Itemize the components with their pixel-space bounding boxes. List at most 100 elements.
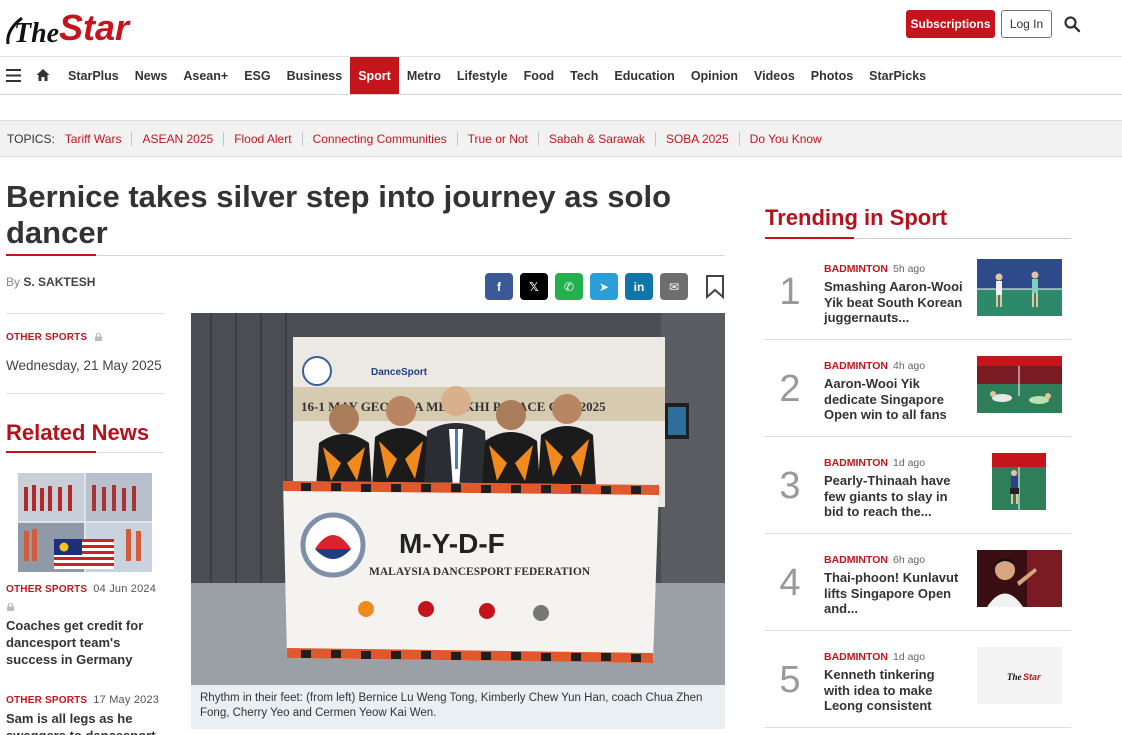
photo-caption: Rhythm in their feet: (from left) Bernic… [191,685,725,729]
nav-item-videos[interactable]: Videos [746,57,803,94]
article-photo[interactable]: DanceSport 16-1 MAY GEORGIA METEKHI PALA… [191,313,725,685]
author-link[interactable]: S. SAKTESH [23,275,95,289]
related-category[interactable]: OTHER SPORTS [6,695,87,706]
related-thumbnail[interactable] [18,473,152,572]
topic-link[interactable]: Do You Know [739,132,832,146]
byline: By S. SAKTESH [6,275,95,289]
nav-item-esg[interactable]: ESG [236,57,278,94]
trending-meta: BADMINTON 6h ago [824,554,925,566]
svg-text:The: The [14,18,59,49]
related-date: 17 May 2023 [93,694,159,706]
topic-link[interactable]: Sabah & Sarawak [538,132,655,146]
divider [6,313,164,314]
related-meta: OTHER SPORTS 04 Jun 2024 [6,583,156,595]
trending-thumbnail[interactable] [977,550,1062,607]
trending-title[interactable]: Smashing Aaron-Wooi Yik beat South Korea… [824,279,964,326]
trending-item[interactable]: 3 BADMINTON1d ago Pearly-Thinaah have fe… [765,437,1071,534]
trending-category[interactable]: BADMINTON [824,263,888,275]
divider-accent [6,451,96,453]
banner-name: MALAYSIA DANCESPORT FEDERATION [369,566,591,578]
trending-thumbnail[interactable]: The Star [977,647,1062,704]
trending-title[interactable]: Thai-phoon! Kunlavut lifts Singapore Ope… [824,570,964,617]
trending-time: 1d ago [893,457,925,469]
trending-item[interactable]: 2 BADMINTON 4h ago Aaron-Wooi Yik dedicat… [765,340,1071,437]
topic-link[interactable]: ASEAN 2025 [131,132,223,146]
trending-item[interactable]: 1 BADMINTON5h ago Smashing Aaron-Wooi Yi… [765,243,1071,340]
nav-item-business[interactable]: Business [279,57,351,94]
related-article-link[interactable]: Coaches get credit for dancesport team's… [6,617,164,668]
x-icon: 𝕏 [529,280,539,294]
topic-link[interactable]: Connecting Communities [302,132,457,146]
subscriptions-button[interactable]: Subscriptions [906,10,995,38]
nav-item-food[interactable]: Food [516,57,563,94]
share-linkedin-button[interactable]: in [625,273,653,300]
trending-time: 6h ago [893,554,925,566]
topic-link[interactable]: SOBA 2025 [655,132,739,146]
trending-thumbnail[interactable] [992,453,1046,510]
nav-item-education[interactable]: Education [606,57,682,94]
nav-item-news[interactable]: News [127,57,176,94]
article-date: Wednesday, 21 May 2025 [6,358,162,373]
topics-label: TOPICS: [7,132,55,146]
home-icon[interactable] [36,68,50,82]
trending-category[interactable]: BADMINTON [824,554,888,566]
nav-item-sport[interactable]: Sport [350,57,399,94]
nav-item-photos[interactable]: Photos [803,57,861,94]
whatsapp-icon: ✆ [564,280,574,294]
hamburger-menu-icon[interactable] [6,69,21,82]
nav-item-starplus[interactable]: StarPlus [60,57,127,94]
divider [96,255,725,256]
search-icon[interactable] [1063,15,1081,33]
divider [6,393,164,394]
trending-rank: 4 [775,562,805,605]
trending-time: 1d ago [893,651,925,663]
share-whatsapp-button[interactable]: ✆ [555,273,583,300]
telegram-icon: ➤ [599,280,609,294]
trending-category[interactable]: BADMINTON [824,457,888,469]
the-star-logo[interactable]: The Star [4,4,132,50]
topics-bar: TOPICS: Tariff Wars ASEAN 2025 Flood Ale… [0,120,1122,157]
login-button[interactable]: Log In [1001,10,1052,38]
share-facebook-button[interactable]: f [485,273,513,300]
share-x-button[interactable]: 𝕏 [520,273,548,300]
trending-rank: 1 [775,271,805,314]
nav-item-tech[interactable]: Tech [562,57,606,94]
topic-link[interactable]: Tariff Wars [65,132,132,146]
trending-title[interactable]: Aaron-Wooi Yik dedicate Singapore Open w… [824,376,964,423]
nav-item-metro[interactable]: Metro [399,57,449,94]
nav-item-starpicks[interactable]: StarPicks [861,57,934,94]
trending-rank: 2 [775,368,805,411]
trending-meta: BADMINTON5h ago [824,263,925,275]
related-article-link[interactable]: Sam is all legs as he swaggers to dances… [6,710,164,735]
related-category[interactable]: OTHER SPORTS [6,584,87,595]
svg-text:The: The [1007,672,1022,682]
related-date: 04 Jun 2024 [93,583,156,595]
trending-category[interactable]: BADMINTON [824,651,888,663]
trending-title[interactable]: Kenneth tinkering with idea to make Leon… [824,667,964,714]
trending-item[interactable]: 4 BADMINTON 6h ago Thai-phoon! Kunlavut l… [765,534,1071,631]
trending-meta: BADMINTON 1d ago [824,651,925,663]
article-category[interactable]: OTHER SPORTS [6,332,102,343]
share-telegram-button[interactable]: ➤ [590,273,618,300]
related-meta: OTHER SPORTS 17 May 2023 [6,694,159,706]
trending-meta: BADMINTON 1d ago [824,457,925,469]
share-email-button[interactable]: ✉ [660,273,688,300]
trending-title[interactable]: Pearly-Thinaah have few giants to slay i… [824,473,964,520]
trending-item[interactable]: 5 BADMINTON1d ago Kenneth tinkering with… [765,631,1071,728]
trending-category[interactable]: BADMINTON [824,360,888,372]
linkedin-icon: in [634,280,645,294]
trending-thumbnail[interactable] [977,356,1062,413]
divider-accent [6,254,96,256]
nav-item-opinion[interactable]: Opinion [683,57,746,94]
nav-item-lifestyle[interactable]: Lifestyle [449,57,516,94]
trending-meta: BADMINTON 4h ago [824,360,925,372]
banner-brand: M-Y-D-F [399,528,505,559]
facebook-icon: f [497,280,501,294]
trending-time: 4h ago [893,360,925,372]
topic-link[interactable]: True or Not [457,132,538,146]
trending-thumbnail[interactable] [977,259,1062,316]
topic-link[interactable]: Flood Alert [223,132,301,146]
nav-item-asean[interactable]: Asean+ [175,57,236,94]
article-title: Bernice takes silver step into journey a… [6,179,706,251]
bookmark-icon[interactable] [705,275,725,299]
